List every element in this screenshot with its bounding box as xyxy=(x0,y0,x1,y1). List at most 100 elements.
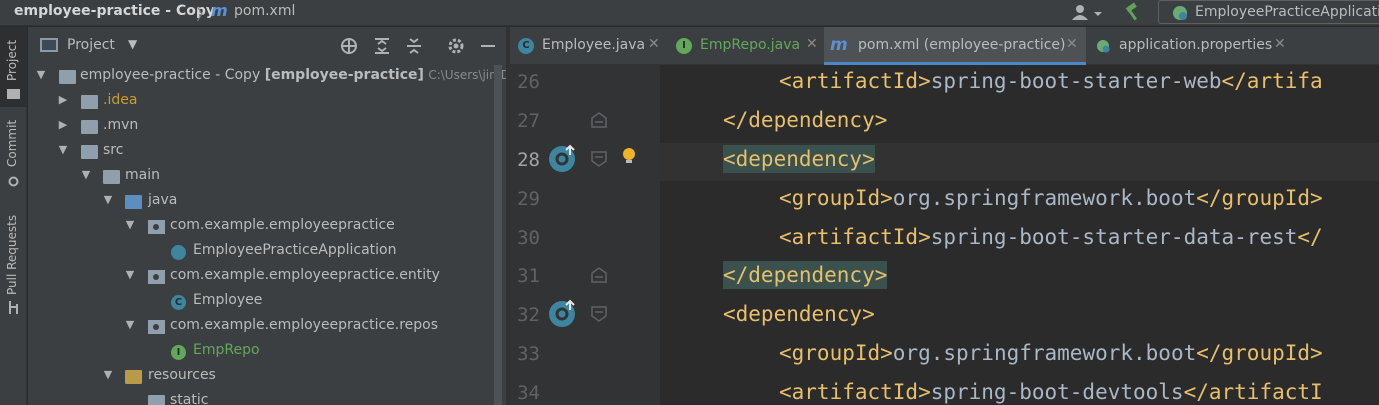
tree-row-label: employee-practice - Copy [employee-pract… xyxy=(80,67,506,83)
tree-row-label: EmpRepo xyxy=(193,342,260,358)
stripe-tab-pull-requests[interactable]: Pull Requests xyxy=(0,209,27,319)
spring-icon xyxy=(1095,38,1111,54)
tree-row-label: com.example.employeepractice.entity xyxy=(170,267,440,283)
interface-icon: I xyxy=(676,38,692,54)
stripe-tab-project-label: Project xyxy=(5,39,19,81)
tree-row-label: resources xyxy=(148,367,216,383)
spring-boot-class-icon xyxy=(171,245,186,260)
project-tool-window: Project ▼ ▼ employee-practice - Copy [em… xyxy=(28,27,506,405)
spring-dependency-icon[interactable] xyxy=(548,298,578,328)
fold-marker-icon[interactable] xyxy=(590,150,608,168)
tree-row-label: main xyxy=(125,167,160,183)
code-line: </dependency> xyxy=(723,108,888,132)
project-panel-scrollbar[interactable] xyxy=(494,65,502,405)
package-icon xyxy=(148,320,165,334)
package-icon xyxy=(148,220,165,234)
tree-row-emprepo-interface[interactable]: I EmpRepo xyxy=(28,340,506,365)
tree-row-entity-package[interactable]: ▼ com.example.employeepractice.entity xyxy=(28,265,506,290)
tree-row-label: static xyxy=(170,392,209,405)
class-icon: C xyxy=(518,38,534,54)
tab-employee-java[interactable]: C Employee.java ✕ xyxy=(510,27,668,65)
folder-icon xyxy=(7,87,20,100)
editor-tab-bar: C Employee.java ✕ I EmpRepo.java ✕ m pom… xyxy=(510,27,1379,65)
line-number: 28 xyxy=(517,149,540,171)
chevron-down-icon[interactable]: ▼ xyxy=(34,68,48,82)
chevron-down-icon[interactable]: ▼ xyxy=(128,37,137,51)
line-number: 29 xyxy=(517,188,540,210)
close-icon[interactable]: ✕ xyxy=(1066,36,1078,52)
editor-gutter: 26 27 28 29 30 31 32 33 34 xyxy=(510,65,660,405)
hide-panel-icon[interactable] xyxy=(478,36,498,56)
navigation-bar: employee-practice - Copy 〉 m pom.xml Emp… xyxy=(0,0,1379,26)
line-number: 26 xyxy=(517,71,540,93)
tab-label: application.properties xyxy=(1119,37,1273,53)
tree-row-label: .mvn xyxy=(103,117,139,133)
run-configuration-selector[interactable]: EmployeePracticeApplication xyxy=(1158,0,1379,24)
stripe-tab-commit[interactable]: Commit xyxy=(0,115,27,195)
tree-row-resources[interactable]: ▼ resources xyxy=(28,365,506,390)
fold-marker-icon[interactable] xyxy=(590,111,608,129)
close-icon[interactable]: ✕ xyxy=(1274,36,1286,52)
tree-row-label: Employee xyxy=(193,292,263,308)
tree-row-static[interactable]: static xyxy=(28,390,506,405)
project-tree: ▼ employee-practice - Copy [employee-pra… xyxy=(28,65,506,405)
tree-row-label: src xyxy=(103,142,124,158)
tab-emprepo-java[interactable]: I EmpRepo.java ✕ xyxy=(668,27,824,65)
tree-row-project-root[interactable]: ▼ employee-practice - Copy [employee-pra… xyxy=(28,65,506,90)
chevron-down-icon[interactable]: ▼ xyxy=(101,193,115,207)
expand-all-icon[interactable] xyxy=(372,36,392,56)
tree-row-repos-package[interactable]: ▼ com.example.employeepractice.repos xyxy=(28,315,506,340)
chevron-down-icon[interactable]: ▼ xyxy=(123,318,137,332)
chevron-down-icon[interactable]: ▼ xyxy=(101,368,115,382)
tree-row-package[interactable]: ▼ com.example.employeepractice xyxy=(28,215,506,240)
close-icon[interactable]: ✕ xyxy=(806,36,818,52)
select-opened-file-icon[interactable] xyxy=(339,36,359,56)
line-number: 30 xyxy=(517,227,540,249)
chevron-down-icon[interactable]: ▼ xyxy=(123,268,137,282)
tree-row-employee-class[interactable]: C Employee xyxy=(28,290,506,315)
tab-pom-xml[interactable]: m pom.xml (employee-practice) ✕ xyxy=(824,27,1086,65)
tree-row-label: java xyxy=(148,192,178,208)
line-number: 34 xyxy=(517,382,540,404)
chevron-down-icon[interactable]: ▼ xyxy=(56,143,70,157)
tree-row-java[interactable]: ▼ java xyxy=(28,190,506,215)
user-icon[interactable] xyxy=(1068,2,1104,24)
code-line: <artifactId>spring-boot-starter-web</art… xyxy=(779,69,1323,93)
spring-dependency-icon[interactable] xyxy=(548,143,578,173)
chevron-down-icon[interactable]: ▼ xyxy=(123,218,137,232)
tree-row-idea[interactable]: ▶ .idea xyxy=(28,90,506,115)
breadcrumb-file[interactable]: pom.xml xyxy=(234,3,295,19)
fold-marker-icon[interactable] xyxy=(590,305,608,323)
folder-icon xyxy=(103,170,120,184)
chevron-right-icon[interactable]: ▶ xyxy=(56,93,70,107)
code-editor[interactable]: <artifactId>spring-boot-starter-web</art… xyxy=(660,65,1379,405)
stripe-tab-project[interactable]: Project xyxy=(0,27,27,107)
project-view-selector[interactable]: Project xyxy=(67,37,115,53)
class-icon: C xyxy=(171,295,186,310)
maven-file-icon: m xyxy=(830,35,848,55)
tree-row-application-class[interactable]: EmployeePracticeApplication xyxy=(28,240,506,265)
line-number: 31 xyxy=(517,265,540,287)
tab-label: EmpRepo.java xyxy=(700,37,801,53)
tree-row-label: .idea xyxy=(103,92,138,108)
gear-icon[interactable] xyxy=(446,36,466,56)
chevron-right-icon[interactable]: ▶ xyxy=(56,118,70,132)
tree-row-src[interactable]: ▼ src xyxy=(28,140,506,165)
collapse-all-icon[interactable] xyxy=(404,36,424,56)
module-folder-icon xyxy=(59,70,76,84)
tab-application-properties[interactable]: application.properties ✕ xyxy=(1086,27,1296,65)
project-view-icon xyxy=(40,38,58,52)
tree-row-label: EmployeePracticeApplication xyxy=(193,242,397,258)
tab-label: pom.xml (employee-practice) xyxy=(858,37,1066,53)
code-line: <groupId>org.springframework.boot</group… xyxy=(779,341,1323,365)
tree-row-mvn[interactable]: ▶ .mvn xyxy=(28,115,506,140)
tool-window-stripe: Project Commit Pull Requests xyxy=(0,27,27,405)
lightbulb-icon[interactable] xyxy=(620,146,638,166)
fold-marker-icon[interactable] xyxy=(590,266,608,284)
close-icon[interactable]: ✕ xyxy=(648,36,660,52)
resources-folder-icon xyxy=(125,370,142,384)
tree-row-main[interactable]: ▼ main xyxy=(28,165,506,190)
hammer-icon[interactable] xyxy=(1122,1,1146,23)
chevron-down-icon[interactable]: ▼ xyxy=(79,168,93,182)
breadcrumb-project[interactable]: employee-practice - Copy xyxy=(14,3,215,19)
